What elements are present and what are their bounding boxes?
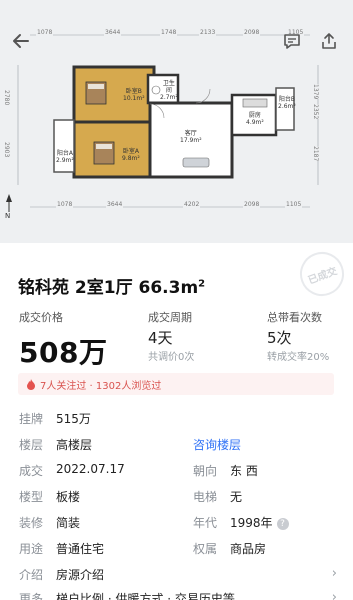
stove-icon (242, 98, 268, 108)
flame-icon (27, 378, 35, 390)
price-adjust-count: 共调价0次 (148, 352, 195, 363)
deal-price: 508万 (19, 336, 108, 369)
dimension-label: 1105 (285, 201, 303, 208)
pillow-a-icon (96, 144, 112, 149)
message-icon (284, 34, 300, 49)
room-label-balcony-a: 阳台A 2.9m² (56, 150, 74, 164)
attention-text: 7人关注过 · 1302人浏览过 (40, 380, 162, 392)
detail-label: 装修 (19, 516, 44, 530)
share-icon (322, 33, 336, 49)
dimension-label: 3644 (106, 201, 124, 208)
dimension-label: 2903 (3, 142, 10, 158)
dimension-label: 3644 (104, 29, 122, 36)
chevron-right-icon: › (331, 590, 337, 600)
dimension-label: 2098 (243, 29, 261, 36)
detail-value: 商品房 (230, 542, 267, 556)
detail-row-deal-date: 成交 2022.07.17 朝向 东 西 (0, 462, 353, 482)
detail-row-intro[interactable]: 介绍 房源介绍 › (0, 566, 353, 586)
detail-label: 更多 (19, 592, 44, 600)
detail-value: 普通住宅 (56, 542, 105, 556)
detail-label: 介绍 (19, 568, 44, 582)
dimension-label: 1379 (312, 84, 319, 100)
message-button[interactable] (279, 28, 305, 54)
detail-row-more[interactable]: 更多 梯户比例 · 供暖方式 · 交易历史等 › (0, 590, 353, 600)
share-button[interactable] (316, 28, 342, 54)
detail-label: 挂牌 (19, 412, 44, 426)
room-label-kitchen: 厨房 4.9m² (246, 112, 264, 126)
detail-label: 用途 (19, 542, 44, 556)
pillow-b-icon (88, 84, 104, 89)
detail-label: 电梯 (193, 490, 218, 504)
compass-label: N (5, 212, 11, 220)
detail-label: 楼型 (19, 490, 44, 504)
detail-value: 梯户比例 · 供暖方式 · 交易历史等 (56, 592, 235, 600)
dimension-label: 1078 (56, 201, 74, 208)
detail-label: 成交 (19, 464, 44, 478)
conversion-rate: 转成交率20% (267, 352, 330, 363)
visit-count: 5次 (267, 329, 292, 347)
attention-banner: 7人关注过 · 1302人浏览过 (18, 373, 334, 395)
balcony-a-room (53, 119, 75, 173)
room-label-living-room: 客厅 17.9m² (180, 130, 202, 144)
detail-label: 权属 (193, 542, 218, 556)
detail-value: 515万 (56, 412, 91, 426)
chevron-right-icon: › (331, 566, 337, 581)
door-arc (195, 88, 211, 104)
visits-label: 总带看次数 (267, 311, 322, 324)
room-label-bathroom: 卫生间 2.7m² (160, 80, 178, 101)
dimension-label: 2133 (199, 29, 217, 36)
detail-value: 简装 (56, 516, 81, 530)
detail-value: 2022.07.17 (56, 462, 125, 476)
detail-label: 年代 (193, 516, 218, 530)
detail-row-decoration: 装修 简装 年代 1998年? (0, 514, 353, 534)
toilet-icon (151, 85, 161, 95)
dimension-label: 2352 (312, 104, 319, 120)
detail-value: 房源介绍 (56, 568, 105, 582)
dimension-label: 1748 (160, 29, 178, 36)
detail-value: 板楼 (56, 490, 81, 504)
back-button[interactable] (8, 28, 34, 54)
dimension-labels-bottom: 1078 3644 4202 2098 1105 (0, 201, 353, 213)
detail-label: 楼层 (19, 438, 44, 452)
detail-label: 朝向 (193, 464, 218, 478)
consult-floor-link[interactable]: 咨询楼层 (193, 436, 241, 453)
dimension-label: 2187 (312, 146, 319, 162)
dimension-label: 4202 (183, 201, 201, 208)
price-label: 成交价格 (19, 311, 63, 324)
sofa-icon (182, 157, 210, 168)
dimension-label: 2780 (3, 90, 10, 106)
detail-row-listing-price: 挂牌 515万 (0, 410, 353, 430)
detail-value: 1998年? (230, 514, 289, 531)
dimension-label: 1078 (36, 29, 54, 36)
listing-info-panel: 铭科苑 2室1厅 66.3m2 已成交 成交价格 508万 成交周期 4天 共调… (0, 243, 353, 600)
detail-value: 东 西 (230, 464, 258, 478)
room-label-balcony-b: 阳台B 2.6m² (278, 96, 296, 110)
detail-row-building-type: 楼型 板楼 电梯 无 (0, 488, 353, 508)
detail-value: 高楼层 (56, 438, 93, 452)
arrow-left-icon (13, 34, 29, 48)
dimension-label: 2098 (243, 201, 261, 208)
help-icon[interactable]: ? (276, 518, 289, 530)
floor-plan-viewer[interactable]: 1078 3644 1748 2133 2098 1105 1078 3644 … (0, 0, 353, 243)
room-label-bedroom-b: 卧室B 10.1m² (123, 88, 145, 102)
sold-stamp: 已成交 (293, 245, 351, 303)
listing-title: 铭科苑 2室1厅 66.3m2 (18, 278, 206, 298)
detail-value: 无 (230, 490, 243, 504)
deal-period: 4天 (148, 329, 173, 347)
detail-row-usage: 用途 普通住宅 权属 商品房 (0, 540, 353, 560)
room-label-bedroom-a: 卧室A 9.8m² (122, 148, 140, 162)
detail-row-floor: 楼层 高楼层 咨询楼层 (0, 436, 353, 456)
period-label: 成交周期 (148, 311, 192, 324)
